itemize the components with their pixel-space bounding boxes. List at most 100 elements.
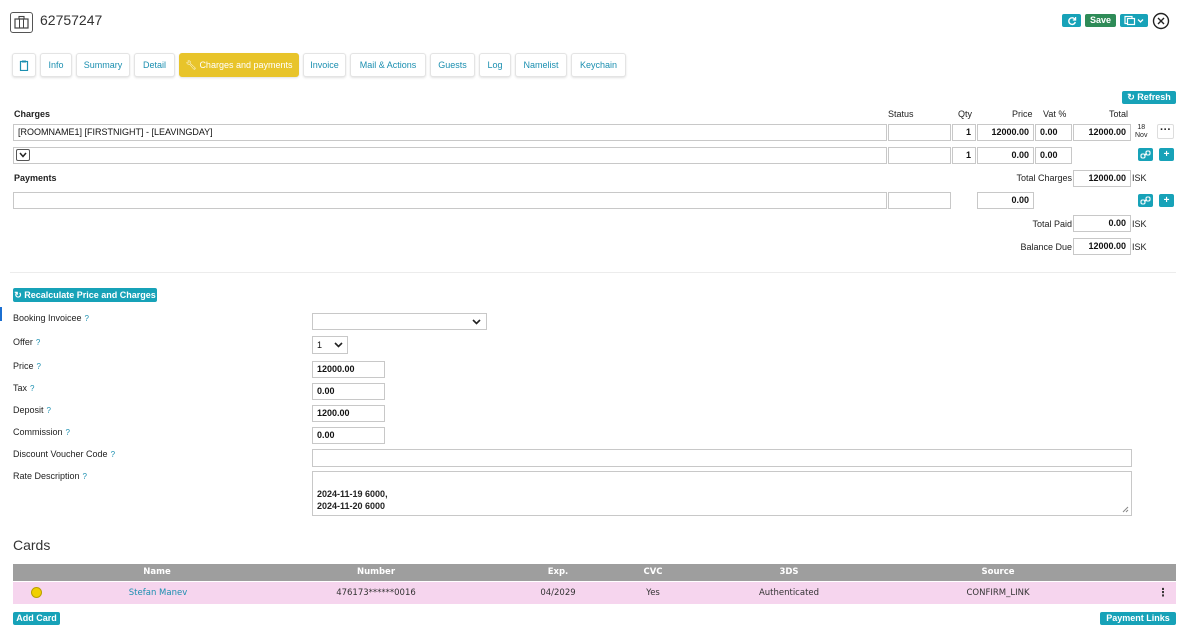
refresh-icon: ↻ xyxy=(14,290,22,300)
source-column-header: Source xyxy=(981,567,1015,577)
currency-label: ISK xyxy=(1132,173,1147,183)
total-column-header: Total xyxy=(1109,109,1129,119)
help-icon[interactable]: ? xyxy=(30,384,34,393)
tab-mail-actions[interactable]: Mail & Actions xyxy=(350,53,426,77)
charge-vat-input[interactable]: 0.00 xyxy=(1035,124,1072,141)
table-row[interactable]: Stefan Manev 476173******0016 04/2029 Ye… xyxy=(13,582,1176,604)
wrench-icon: 🔧︎ xyxy=(185,60,197,70)
booking-number: 62757247 xyxy=(40,12,103,28)
tab-log[interactable]: Log xyxy=(479,53,511,77)
copy-icon xyxy=(1124,15,1144,26)
close-icon[interactable] xyxy=(1152,12,1170,30)
add-charge-button[interactable]: + xyxy=(1159,148,1174,161)
payments-heading: Payments xyxy=(14,173,57,183)
booking-invoicee-label: Booking Invoicee? xyxy=(13,313,89,323)
add-payment-button[interactable]: + xyxy=(1159,194,1174,207)
charge-date-day: 18 xyxy=(1137,124,1146,131)
card-menu-icon[interactable]: ⋮ xyxy=(1153,582,1173,604)
tab-detail[interactable]: Detail xyxy=(134,53,175,77)
charge-date-month: Nov xyxy=(1135,132,1148,139)
charge-description-input[interactable]: [ROOMNAME1] [FIRSTNIGHT] - [LEAVINGDAY] xyxy=(13,124,887,141)
charges-heading: Charges xyxy=(14,109,51,119)
tab-keychain[interactable]: Keychain xyxy=(571,53,626,77)
number-column-header: Number xyxy=(356,567,396,577)
reload-button[interactable] xyxy=(1062,14,1081,27)
plus-icon: + xyxy=(1163,195,1170,206)
payment-status-input[interactable] xyxy=(888,192,951,209)
tab-namelist[interactable]: Namelist xyxy=(515,53,567,77)
link-charge-button[interactable] xyxy=(1138,148,1153,161)
price-label: Price? xyxy=(13,361,41,371)
card-name-link[interactable]: Stefan Manev xyxy=(113,582,203,604)
tab-invoice[interactable]: Invoice xyxy=(303,53,346,77)
name-column-header: Name xyxy=(143,567,171,577)
help-icon[interactable]: ? xyxy=(47,406,51,415)
charge-price-input[interactable]: 12000.00 xyxy=(977,124,1034,141)
rate-line: 2024-11-19 6000, xyxy=(317,489,388,499)
exp-column-header: Exp. xyxy=(547,567,569,577)
commission-input[interactable]: 0.00 xyxy=(312,427,385,444)
cvc-column-header: CVC xyxy=(643,567,663,577)
help-icon[interactable]: ? xyxy=(83,472,87,481)
rate-description-textarea[interactable]: 2024-11-19 6000, 2024-11-20 6000 xyxy=(312,471,1132,516)
section-divider xyxy=(10,272,1176,273)
tax-input[interactable]: 0.00 xyxy=(312,383,385,400)
recalculate-button[interactable]: ↻ Recalculate Price and Charges xyxy=(13,288,157,302)
payment-amount-input[interactable]: 0.00 xyxy=(977,192,1034,209)
refresh-button[interactable]: ↻ Refresh xyxy=(1122,91,1176,104)
resize-handle-icon[interactable] xyxy=(1122,506,1129,513)
deposit-label: Deposit? xyxy=(13,405,51,415)
new-charge-input[interactable] xyxy=(13,147,887,164)
charge-more-button[interactable]: ··· xyxy=(1157,124,1174,139)
total-paid-label: Total Paid xyxy=(1032,219,1072,229)
tab-charges-and-payments[interactable]: 🔧︎ Charges and payments xyxy=(179,53,299,77)
new-charge-status-input[interactable] xyxy=(888,147,951,164)
total-charges-value: 12000.00 xyxy=(1073,170,1131,187)
card-exp: 04/2029 xyxy=(540,588,576,598)
booking-invoicee-select[interactable] xyxy=(312,313,487,330)
total-charges-label: Total Charges xyxy=(1016,173,1072,183)
tab-notes[interactable] xyxy=(12,53,36,77)
discount-voucher-label: Discount Voucher Code? xyxy=(13,449,116,459)
help-icon[interactable]: ? xyxy=(111,450,115,459)
charge-total-input[interactable]: 12000.00 xyxy=(1073,124,1131,141)
new-charge-vat-input[interactable]: 0.00 xyxy=(1035,147,1072,164)
chevron-down-icon xyxy=(334,342,343,348)
card-3ds: Authenticated xyxy=(758,588,820,598)
booking-icon xyxy=(10,12,33,33)
copy-menu-button[interactable] xyxy=(1120,14,1148,27)
tab-guests[interactable]: Guests xyxy=(430,53,475,77)
tab-summary[interactable]: Summary xyxy=(76,53,130,77)
add-card-button[interactable]: Add Card xyxy=(13,612,60,625)
currency-label: ISK xyxy=(1132,242,1147,252)
chevron-down-icon[interactable] xyxy=(16,149,30,161)
new-charge-price-input[interactable]: 0.00 xyxy=(977,147,1034,164)
charge-status-input[interactable] xyxy=(888,124,951,141)
price-input[interactable]: 12000.00 xyxy=(312,361,385,378)
link-payment-button[interactable] xyxy=(1138,194,1153,207)
status-column-header: Status xyxy=(888,109,914,119)
discount-voucher-input[interactable] xyxy=(312,449,1132,467)
help-icon[interactable]: ? xyxy=(37,362,41,371)
deposit-input[interactable]: 1200.00 xyxy=(312,405,385,422)
link-icon xyxy=(1140,150,1151,159)
save-button[interactable]: Save xyxy=(1085,14,1116,27)
card-cvc: Yes xyxy=(646,588,660,598)
payment-links-button[interactable]: Payment Links xyxy=(1100,612,1176,625)
payment-description-input[interactable] xyxy=(13,192,887,209)
new-charge-qty-input[interactable]: 1 xyxy=(952,147,976,164)
tab-info[interactable]: Info xyxy=(40,53,72,77)
help-icon[interactable]: ? xyxy=(66,428,70,437)
currency-label: ISK xyxy=(1132,219,1147,229)
cards-table-header: Name Number Exp. CVC 3DS Source xyxy=(13,564,1176,581)
refresh-label: Refresh xyxy=(1137,92,1171,102)
charge-qty-input[interactable]: 1 xyxy=(952,124,976,141)
price-column-header: Price xyxy=(1012,109,1033,119)
chevron-down-icon xyxy=(472,319,481,325)
total-paid-value: 0.00 xyxy=(1073,215,1131,232)
help-icon[interactable]: ? xyxy=(36,338,40,347)
charge-date: 18 Nov xyxy=(1135,124,1147,140)
offer-select[interactable]: 1 xyxy=(312,336,348,354)
link-icon xyxy=(1140,196,1151,205)
help-icon[interactable]: ? xyxy=(85,314,89,323)
